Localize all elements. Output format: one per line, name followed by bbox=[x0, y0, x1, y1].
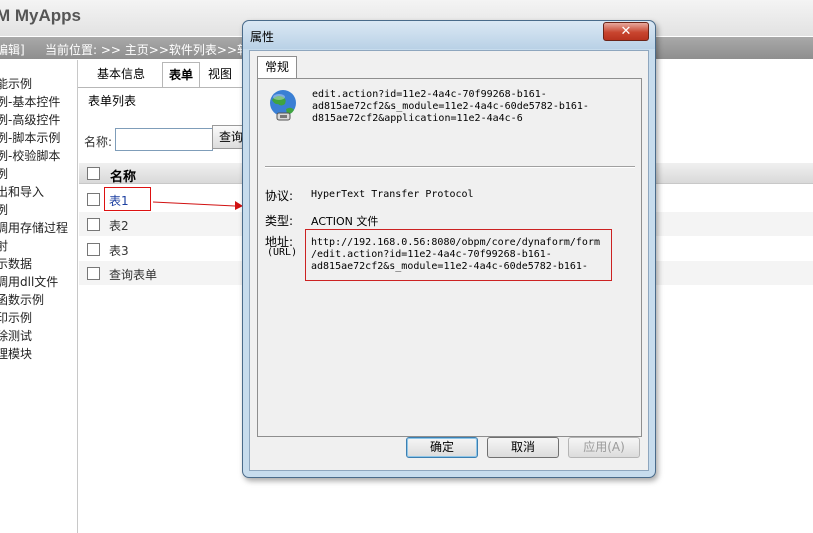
row-checkbox[interactable] bbox=[87, 267, 100, 280]
annotation-arrow bbox=[153, 201, 243, 210]
url-sublabel: (URL) bbox=[267, 247, 298, 258]
name-search-input[interactable] bbox=[115, 128, 213, 151]
url-highlight-box: http://192.168.0.56:8080/obpm/core/dynaf… bbox=[305, 229, 612, 281]
tab-basic-info[interactable]: 基本信息 bbox=[91, 62, 151, 86]
sidebar-item[interactable]: 例 bbox=[0, 201, 8, 218]
breadcrumb: 当前位置: >> 主页>>软件列表>>软件 bbox=[45, 43, 262, 57]
select-all-checkbox[interactable] bbox=[87, 167, 100, 180]
row-name[interactable]: 表2 bbox=[109, 217, 129, 234]
sidebar-item[interactable]: 示数据 bbox=[0, 255, 32, 272]
row-name[interactable]: 表3 bbox=[109, 242, 129, 259]
tab-general[interactable]: 常规 bbox=[257, 56, 298, 78]
row-name[interactable]: 查询表单 bbox=[109, 266, 157, 283]
sidebar-item[interactable]: 出和导入 bbox=[0, 183, 44, 200]
tab-view[interactable]: 视图 bbox=[202, 62, 238, 86]
column-header-name[interactable]: 名称 bbox=[110, 166, 136, 185]
apply-button[interactable]: 应用(A) bbox=[568, 437, 640, 458]
cancel-button[interactable]: 取消 bbox=[487, 437, 559, 458]
edit-link[interactable]: 编辑] bbox=[0, 41, 25, 58]
dialog-body: 常规 edit.action?id=11e2-4a4c-70f99268-b16… bbox=[249, 50, 649, 471]
sidebar-item[interactable]: 函数示例 bbox=[0, 291, 44, 308]
separator bbox=[265, 166, 635, 168]
sidebar-item[interactable]: 印示例 bbox=[0, 309, 32, 326]
sidebar-item[interactable]: 调用存储过程 bbox=[0, 219, 68, 236]
sidebar: 能示例 例-基本控件 例-高级控件 例-脚本示例 例-校验脚本 例 出和导入 例… bbox=[0, 60, 78, 533]
sidebar-item[interactable]: 例-基本控件 bbox=[0, 93, 60, 110]
file-address: edit.action?id=11e2-4a4c-70f99268-b161- … bbox=[312, 89, 589, 124]
properties-dialog: 属性 ✕ 常规 edit.action?id=11e2-4a4c-70f9926… bbox=[242, 20, 656, 478]
dialog-titlebar[interactable]: 属性 ✕ bbox=[243, 21, 655, 49]
annotation-highlight-box bbox=[104, 187, 151, 211]
sidebar-item[interactable]: 能示例 bbox=[0, 75, 32, 92]
protocol-label: 协议: bbox=[265, 189, 294, 203]
sidebar-item[interactable]: 除测试 bbox=[0, 327, 32, 344]
name-label: 名称: bbox=[84, 135, 113, 149]
row-checkbox[interactable] bbox=[87, 193, 100, 206]
sidebar-item[interactable]: 例 bbox=[0, 165, 8, 182]
general-panel: edit.action?id=11e2-4a4c-70f99268-b161- … bbox=[257, 78, 642, 437]
url-value[interactable]: http://192.168.0.56:8080/obpm/core/dynaf… bbox=[311, 237, 609, 273]
globe-icon bbox=[270, 90, 296, 121]
sidebar-item[interactable]: 例-脚本示例 bbox=[0, 129, 60, 146]
ok-button[interactable]: 确定 bbox=[406, 437, 478, 458]
sidebar-item[interactable]: 理模块 bbox=[0, 345, 32, 362]
app-title: M MyApps bbox=[0, 6, 81, 25]
type-label: 类型: bbox=[265, 214, 294, 228]
sidebar-item[interactable]: 例-校验脚本 bbox=[0, 147, 60, 164]
sidebar-item[interactable]: 射 bbox=[0, 237, 8, 254]
type-value: ACTION 文件 bbox=[311, 215, 379, 228]
sidebar-item[interactable]: 例-高级控件 bbox=[0, 111, 60, 128]
form-list-title: 表单列表 bbox=[88, 94, 137, 108]
tab-divider bbox=[78, 87, 248, 88]
row-checkbox[interactable] bbox=[87, 218, 100, 231]
protocol-value: HyperText Transfer Protocol bbox=[311, 189, 474, 200]
close-icon[interactable]: ✕ bbox=[603, 22, 649, 41]
row-checkbox[interactable] bbox=[87, 243, 100, 256]
sidebar-item[interactable]: 调用dll文件 bbox=[0, 273, 58, 290]
dialog-title: 属性 bbox=[250, 30, 275, 44]
tab-form[interactable]: 表单 bbox=[162, 62, 201, 88]
